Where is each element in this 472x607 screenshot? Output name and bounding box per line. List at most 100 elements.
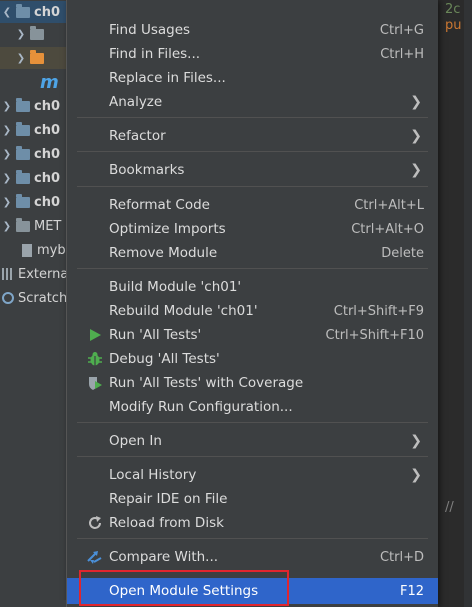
chevron-right-icon: ❯ — [410, 433, 422, 449]
menu-item-reload-from-disk[interactable]: Reload from Disk — [67, 511, 438, 535]
reload-icon — [87, 515, 103, 531]
tree-item-ch0[interactable]: ❯ ch0 — [0, 143, 66, 165]
folder-icon — [30, 25, 44, 40]
menu-item-find-in-files[interactable]: Find in Files... Ctrl+H — [67, 42, 438, 66]
tree-item-ch0[interactable]: ❯ ch0 — [0, 167, 66, 189]
menu-item-repair-ide[interactable]: Repair IDE on File — [67, 487, 438, 511]
menu-item-find-usages[interactable]: Find Usages Ctrl+G — [67, 18, 438, 42]
tree-item-file[interactable]: myb — [0, 239, 66, 261]
tree-item-maven-file[interactable]: m — [0, 71, 66, 93]
tree-item-label: Scratch — [18, 290, 66, 306]
excluded-folder-icon — [30, 49, 44, 64]
coverage-shield-icon — [87, 375, 103, 391]
chevron-right-icon: ❯ — [410, 94, 422, 110]
tree-item-label: ch0 — [34, 122, 61, 138]
chevron-right-icon[interactable]: ❯ — [0, 197, 14, 208]
menu-item-label: Refactor — [109, 128, 166, 144]
tree-item-label: myb — [37, 242, 66, 258]
menu-item-label: Build Module 'ch01' — [109, 279, 242, 295]
chevron-down-icon[interactable]: ❮ — [0, 7, 14, 18]
chevron-right-icon: ❯ — [410, 128, 422, 144]
tree-item-ch0[interactable]: ❯ ch0 — [0, 95, 66, 117]
menu-item-run-tests[interactable]: Run 'All Tests' Ctrl+Shift+F10 — [67, 323, 438, 347]
chevron-right-icon[interactable]: ❯ — [14, 53, 28, 64]
menu-separator — [77, 456, 428, 457]
menu-item-label: Local History — [109, 467, 197, 483]
menu-item-debug-tests[interactable]: Debug 'All Tests' — [67, 347, 438, 371]
tree-item-ch0[interactable]: ❯ ch0 — [0, 119, 66, 141]
menu-separator — [77, 151, 428, 152]
tree-item-label: ch0 — [34, 146, 61, 162]
chevron-right-icon[interactable]: ❯ — [14, 29, 28, 40]
tree-item-external-libraries[interactable]: Externa — [0, 263, 66, 285]
tree-item-folder[interactable]: ❯ — [0, 23, 66, 45]
menu-item-compare-with[interactable]: Compare With... Ctrl+D — [67, 545, 438, 569]
module-folder-icon — [16, 193, 30, 208]
file-icon — [22, 243, 32, 257]
code-comment: // — [445, 500, 454, 515]
editor-scrollbar[interactable] — [464, 0, 472, 607]
menu-item-analyze[interactable]: Analyze ❯ — [67, 90, 438, 114]
menu-separator — [77, 117, 428, 118]
menu-item-label: Rebuild Module 'ch01' — [109, 303, 258, 319]
module-folder-icon — [16, 3, 30, 18]
menu-item-reformat-code[interactable]: Reformat Code Ctrl+Alt+L — [67, 193, 438, 217]
compare-arrows-icon — [87, 549, 103, 565]
menu-item-modify-run-configuration[interactable]: Modify Run Configuration... — [67, 395, 438, 419]
tree-item-folder-orange[interactable]: ❯ — [0, 47, 66, 69]
menu-item-remove-module[interactable]: Remove Module Delete — [67, 241, 438, 265]
chevron-right-icon[interactable]: ❯ — [0, 221, 14, 232]
module-folder-icon — [16, 169, 30, 184]
module-folder-icon — [16, 145, 30, 160]
menu-item-label: Remove Module — [109, 245, 218, 261]
menu-separator — [77, 186, 428, 187]
maven-file-icon: m — [40, 71, 59, 93]
tree-item-ch0[interactable]: ❯ ch0 — [0, 191, 66, 213]
menu-item-shortcut: Ctrl+Shift+F10 — [325, 327, 424, 343]
menu-item-label: Compare With... — [109, 549, 219, 565]
menu-item-label: Run 'All Tests' — [109, 327, 202, 343]
tree-item-label: ch0 — [34, 4, 61, 20]
menu-separator — [77, 422, 428, 423]
menu-item-run-with-coverage[interactable]: Run 'All Tests' with Coverage — [67, 371, 438, 395]
tree-item-label: Externa — [18, 266, 66, 282]
menu-item-rebuild-module[interactable]: Rebuild Module 'ch01' Ctrl+Shift+F9 — [67, 299, 438, 323]
context-menu: Find Usages Ctrl+G Find in Files... Ctrl… — [66, 0, 438, 607]
chevron-right-icon[interactable]: ❯ — [0, 101, 14, 112]
menu-item-open-in[interactable]: Open In ❯ — [67, 429, 438, 453]
menu-item-shortcut: Ctrl+H — [380, 46, 424, 62]
status-bar — [0, 600, 66, 607]
menu-item-optimize-imports[interactable]: Optimize Imports Ctrl+Alt+O — [67, 217, 438, 241]
project-tree: ❮ ch0 ❯ ❯ m ❯ ch0 ❯ ch0 ❯ ch0 ❯ ch0 ❯ ch… — [0, 0, 66, 607]
scratch-icon — [2, 292, 14, 304]
tree-item-ch0-selected[interactable]: ❮ ch0 — [0, 1, 66, 23]
menu-item-replace-in-files[interactable]: Replace in Files... — [67, 66, 438, 90]
menu-item-label: Open In — [109, 433, 162, 449]
chevron-right-icon: ❯ — [410, 162, 422, 178]
menu-item-refactor[interactable]: Refactor ❯ — [67, 124, 438, 148]
tree-item-scratches[interactable]: Scratch — [0, 287, 66, 309]
menu-item-local-history[interactable]: Local History ❯ — [67, 463, 438, 487]
menu-item-shortcut: Ctrl+Alt+O — [351, 221, 424, 237]
menu-item-label: Replace in Files... — [109, 70, 226, 86]
tree-item-label: ch0 — [34, 98, 61, 114]
chevron-right-icon[interactable]: ❯ — [0, 125, 14, 136]
menu-item-label: Open Module Settings — [109, 583, 259, 599]
chevron-right-icon[interactable]: ❯ — [0, 149, 14, 160]
menu-item-label: Analyze — [109, 94, 163, 110]
code-keyword: pu — [445, 18, 462, 33]
menu-item-label: Find in Files... — [109, 46, 201, 62]
library-icon — [2, 268, 14, 280]
chevron-right-icon[interactable]: ❯ — [0, 173, 14, 184]
tree-item-label: ch0 — [34, 170, 61, 186]
menu-item-shortcut: Ctrl+Alt+L — [354, 197, 424, 213]
menu-separator — [77, 538, 428, 539]
tree-item-met[interactable]: ❯ MET — [0, 215, 66, 237]
menu-item-label: Run 'All Tests' with Coverage — [109, 375, 304, 391]
menu-item-bookmarks[interactable]: Bookmarks ❯ — [67, 158, 438, 182]
menu-item-open-module-settings[interactable]: Open Module Settings F12 — [67, 578, 438, 604]
menu-item-build-module[interactable]: Build Module 'ch01' — [67, 275, 438, 299]
editor-area[interactable]: 2c pu // — [437, 0, 472, 607]
menu-item-label: Reload from Disk — [109, 515, 224, 531]
menu-separator — [77, 268, 428, 269]
